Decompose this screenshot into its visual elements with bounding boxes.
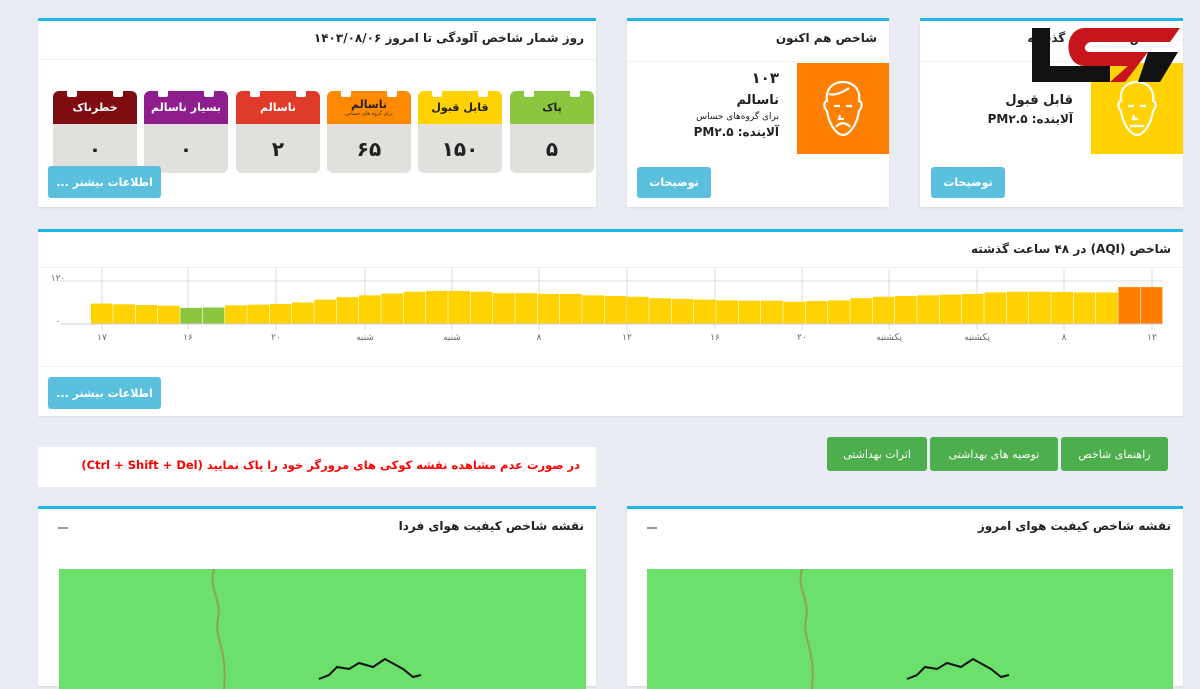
aqi-bar[interactable] <box>113 304 136 324</box>
aqi-bar[interactable] <box>135 305 158 324</box>
aqi-bar[interactable] <box>180 307 203 324</box>
aqi-bar[interactable] <box>604 296 627 324</box>
aqi-bar[interactable] <box>537 293 560 324</box>
aqi-bar[interactable] <box>426 291 448 324</box>
tab-health-recommendations[interactable]: توصیه های بهداشتی <box>930 437 1058 471</box>
y-tick-label: ۱۲۰ <box>50 274 66 284</box>
aqi-bar[interactable] <box>939 294 962 324</box>
y-tick-label: ۰ <box>55 317 61 327</box>
aqi-bar[interactable] <box>158 305 180 324</box>
aqi-bar[interactable] <box>247 304 270 324</box>
aqi-bar[interactable] <box>582 295 605 324</box>
x-tick-label: ۱۷ <box>97 333 107 343</box>
aqi-bar[interactable] <box>493 293 515 324</box>
aqi-bar[interactable] <box>1073 292 1096 324</box>
x-tick-label: ۸ <box>1061 333 1067 343</box>
x-tick-label: ۱۲ <box>622 333 632 343</box>
aqi-bar[interactable] <box>292 302 314 325</box>
x-tick-label: ۲۰ <box>797 333 807 343</box>
chart-more-info-button[interactable]: اطلاعات بیشتر ... <box>48 377 161 409</box>
aqi-bar[interactable] <box>716 300 739 324</box>
aqi-bar[interactable] <box>448 291 471 324</box>
aqi-bar[interactable] <box>403 291 426 324</box>
aqi-bar[interactable] <box>627 296 649 324</box>
tomorrow-map-title: نقشه شاخص کیفیت هوای فردا <box>398 519 584 533</box>
x-tick-label: شنبه <box>443 333 461 343</box>
aqi-bar[interactable] <box>560 293 582 324</box>
aqi-bar[interactable] <box>783 301 806 324</box>
aqi-bar[interactable] <box>895 296 917 324</box>
today-map-card: نقشه شاخص کیفیت هوای امروز <box>627 506 1183 689</box>
aqi-bar[interactable] <box>1140 287 1163 324</box>
tomorrow-aqi-map[interactable] <box>59 569 586 689</box>
tab-index-guide[interactable]: راهنمای شاخص <box>1061 437 1168 471</box>
x-tick-label: ۱۲ <box>1147 333 1157 343</box>
x-tick-label: یکشنبه <box>876 333 902 343</box>
aqi-bar[interactable] <box>671 298 694 324</box>
aqi-bar[interactable] <box>805 301 828 324</box>
aqi-bar[interactable] <box>761 300 783 324</box>
collapse-icon[interactable] <box>58 527 68 529</box>
aqi-bar[interactable] <box>470 291 493 324</box>
aqi-bar[interactable] <box>1029 291 1051 324</box>
map-borders <box>211 569 422 689</box>
aqi-bar[interactable] <box>336 297 359 324</box>
x-tick-label: ۱۶ <box>710 333 720 343</box>
aqi-bar[interactable] <box>1051 292 1074 324</box>
aqi-bar-chart <box>60 269 1163 330</box>
x-tick-label: یکشنبه <box>964 333 990 343</box>
aqi-bar[interactable] <box>202 307 225 324</box>
today-aqi-map[interactable] <box>647 569 1173 689</box>
aqi-bar[interactable] <box>381 293 404 324</box>
x-tick-label: شنبه <box>356 333 374 343</box>
aqi-bar[interactable] <box>359 295 381 324</box>
aqi-bar[interactable] <box>1006 291 1029 324</box>
aqi-bar[interactable] <box>738 300 761 324</box>
x-tick-label: ۸ <box>536 333 542 343</box>
aqi-bar[interactable] <box>828 300 850 324</box>
aqi-bar[interactable] <box>1118 287 1141 324</box>
aqi-bar[interactable] <box>515 293 538 324</box>
x-tick-label: ۱۶ <box>183 333 193 343</box>
aqi-bar[interactable] <box>984 292 1007 324</box>
aqi-bar[interactable] <box>962 293 984 324</box>
aqi-bar[interactable] <box>314 299 337 324</box>
aqi-bar[interactable] <box>694 299 716 324</box>
x-tick-label: ۲۰ <box>271 333 281 343</box>
map-borders <box>799 569 1010 689</box>
aqi-bar[interactable] <box>269 303 292 324</box>
today-map-title: نقشه شاخص کیفیت هوای امروز <box>977 519 1171 533</box>
aqi-bar[interactable] <box>917 295 940 324</box>
aqi-bar[interactable] <box>1096 292 1118 324</box>
aqi-bar[interactable] <box>225 305 247 324</box>
tab-health-effects[interactable]: اثرات بهداشتی <box>827 437 927 471</box>
aqi-bar[interactable] <box>850 298 873 324</box>
tomorrow-map-card: نقشه شاخص کیفیت هوای فردا <box>38 506 596 689</box>
collapse-icon[interactable] <box>647 527 657 529</box>
aqi-bar[interactable] <box>872 296 895 324</box>
aqi-bar[interactable] <box>649 298 672 324</box>
aqi-bar[interactable] <box>91 303 113 324</box>
cookie-notice: در صورت عدم مشاهده نقشه کوکی های مرورگر … <box>38 447 596 487</box>
